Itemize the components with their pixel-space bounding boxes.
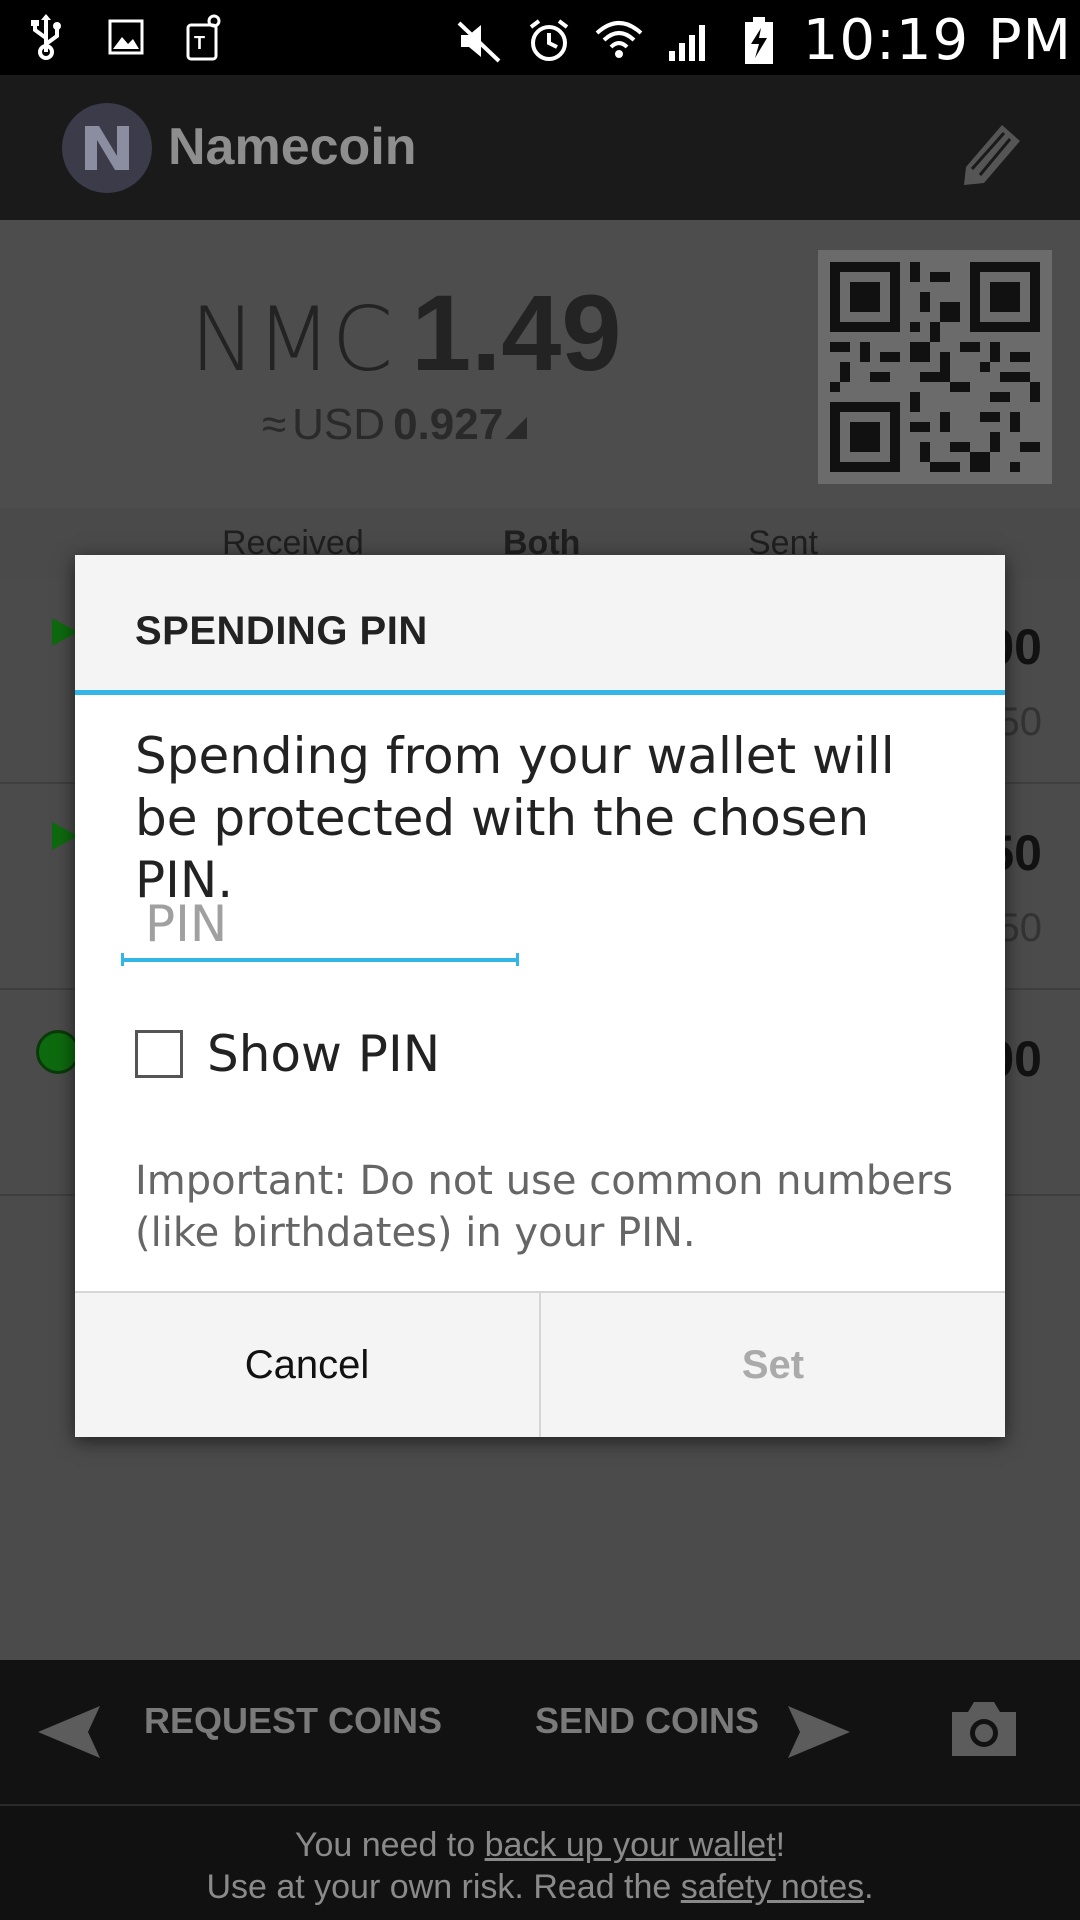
spending-pin-dialog: SPENDING PIN Spending from your wallet w… — [75, 555, 1005, 1437]
tmobile-icon: T — [184, 12, 228, 62]
edit-icon[interactable] — [952, 111, 1032, 191]
footer-text: You need to — [294, 1826, 485, 1864]
set-button[interactable]: Set — [541, 1293, 1005, 1437]
qr-code[interactable] — [818, 250, 1052, 484]
dialog-message: Spending from your wallet will be protec… — [135, 727, 895, 909]
send-coins-icon — [784, 1702, 854, 1767]
footer-notice: You need to back up your wallet! Use at … — [0, 1804, 1080, 1920]
clock: 10:19 PM — [802, 8, 1072, 73]
confidence-indicator-icon — [36, 1030, 80, 1074]
dialog-title: SPENDING PIN — [135, 609, 428, 653]
safety-notes-link[interactable]: safety notes — [681, 1868, 864, 1906]
wifi-icon — [593, 13, 645, 69]
approx-symbol: ≈ — [262, 400, 287, 449]
local-value: 0.927 — [393, 400, 504, 449]
show-pin-label: Show PIN — [207, 1025, 441, 1083]
usb-icon — [24, 12, 68, 62]
footer-text: Use at your own risk. Read the — [206, 1868, 681, 1906]
dropdown-corner-icon — [505, 417, 528, 439]
show-pin-toggle[interactable]: Show PIN — [135, 1025, 440, 1083]
send-coins-button[interactable]: SEND COINS — [535, 1700, 759, 1742]
footer-text: ! — [775, 1826, 786, 1864]
dialog-warning: Important: Do not use common numbers (li… — [135, 1158, 954, 1256]
pin-input[interactable] — [121, 890, 519, 962]
balance-amount: NMC 1.49 — [190, 270, 621, 395]
balance-value: 1.49 — [411, 272, 622, 393]
balance-unit: NMC — [190, 288, 394, 391]
svg-text:T: T — [194, 33, 205, 53]
request-coins-icon — [34, 1702, 104, 1767]
local-balance[interactable]: ≈ USD 0.927 — [262, 400, 528, 450]
image-icon — [104, 12, 148, 62]
input-underline-cap — [121, 953, 124, 966]
camera-icon[interactable] — [948, 1698, 1020, 1765]
show-pin-checkbox[interactable] — [135, 1030, 183, 1078]
footer-text: . — [864, 1868, 874, 1906]
app-bar: Namecoin — [0, 75, 1080, 220]
balance-panel: NMC 1.49 ≈ USD 0.927 — [0, 220, 1080, 508]
signal-icon — [663, 13, 715, 69]
mute-icon — [453, 13, 505, 69]
app-title: Namecoin — [168, 118, 417, 176]
battery-charging-icon — [733, 13, 785, 69]
dialog-header: SPENDING PIN — [75, 555, 1005, 695]
alarm-icon — [523, 13, 575, 69]
action-bar: REQUEST COINS SEND COINS — [0, 1660, 1080, 1804]
cancel-button[interactable]: Cancel — [75, 1293, 541, 1437]
backup-wallet-link[interactable]: back up your wallet — [485, 1826, 776, 1864]
dialog-buttons: Cancel Set — [75, 1291, 1005, 1437]
input-underline-cap — [516, 953, 519, 966]
status-bar: T 10:19 PM — [0, 0, 1080, 75]
namecoin-logo-icon[interactable] — [62, 103, 152, 193]
request-coins-button[interactable]: REQUEST COINS — [144, 1700, 442, 1742]
local-currency: USD — [292, 400, 386, 449]
